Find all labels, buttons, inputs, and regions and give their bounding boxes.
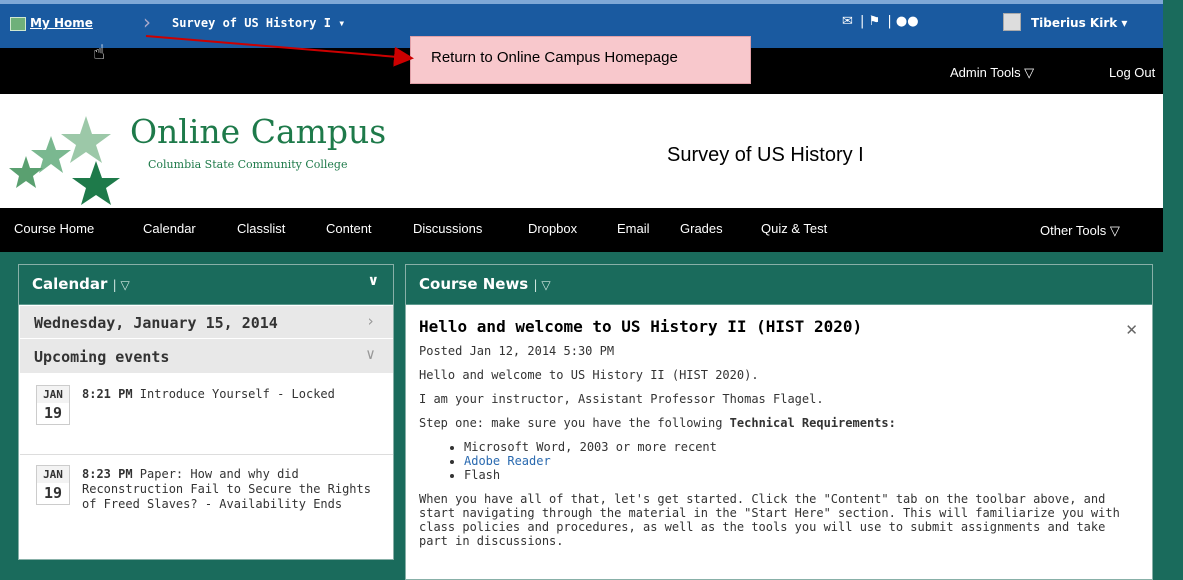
event-text: 8:23 PM Paper: How and why did Reconstru… xyxy=(82,467,382,512)
user-menu[interactable]: Tiberius Kirk ▾ xyxy=(1031,16,1127,30)
nav-other-tools[interactable]: Other Tools ▽ xyxy=(1040,223,1120,239)
widget-menu-icon[interactable]: | ▽ xyxy=(533,278,550,292)
event-title: Introduce Yourself - Locked xyxy=(132,387,335,401)
nav-content[interactable]: Content xyxy=(326,221,372,236)
event-month: JAN xyxy=(37,386,69,403)
event-time: 8:21 PM xyxy=(82,387,133,401)
event-item[interactable]: JAN 19 8:21 PM Introduce Yourself - Lock… xyxy=(20,385,393,455)
event-text: 8:21 PM Introduce Yourself - Locked xyxy=(82,387,382,402)
brand-subtitle: Columbia State Community College xyxy=(148,158,348,171)
requirements-list: Microsoft Word, 2003 or more recent Adob… xyxy=(464,440,1139,482)
event-date-badge: JAN 19 xyxy=(36,465,70,505)
news-paragraph: Step one: make sure you have the followi… xyxy=(419,416,1139,430)
user-avatar[interactable] xyxy=(1003,13,1021,31)
admin-tools-menu[interactable]: Admin Tools ▽ xyxy=(950,65,1034,81)
list-item: Adobe Reader xyxy=(464,454,1139,468)
nav-course-home[interactable]: Course Home xyxy=(14,221,94,236)
news-paragraph: When you have all of that, let's get sta… xyxy=(419,492,1120,548)
nav-dropbox[interactable]: Dropbox xyxy=(528,221,577,236)
notification-icons: ✉ | ⚑ | ●● xyxy=(842,14,919,29)
logout-link[interactable]: Log Out xyxy=(1109,65,1155,80)
nav-quiz-test[interactable]: Quiz & Test xyxy=(761,221,827,236)
news-widget-header: Course News | ▽ xyxy=(406,265,1152,305)
chat-icon[interactable]: ●● xyxy=(896,14,919,29)
callout-note: Return to Online Campus Homepage xyxy=(410,36,751,84)
event-date-badge: JAN 19 xyxy=(36,385,70,425)
nav-grades[interactable]: Grades xyxy=(680,221,723,236)
news-paragraph: I am your instructor, Assistant Professo… xyxy=(419,392,824,406)
news-widget: Course News | ▽ ✕ Hello and welcome to U… xyxy=(405,264,1153,580)
brand-name: Online Campus xyxy=(130,112,387,151)
collapse-chevron-icon[interactable]: ∨ xyxy=(368,273,379,289)
course-title: Survey of US History I xyxy=(667,144,864,166)
stars-logo-icon xyxy=(9,116,120,205)
course-navbar: Course Home Calendar Classlist Content D… xyxy=(0,208,1163,252)
adobe-reader-link[interactable]: Adobe Reader xyxy=(464,454,551,468)
calendar-date-row[interactable]: Wednesday, January 15, 2014 › xyxy=(20,306,393,338)
news-bold-text: Technical Requirements: xyxy=(729,416,896,430)
callout-arrow xyxy=(145,35,414,67)
side-stripe xyxy=(1163,0,1183,580)
content-area: Calendar | ▽ ∨ Wednesday, January 15, 20… xyxy=(0,252,1163,580)
alerts-icon[interactable]: ⚑ xyxy=(869,14,881,29)
list-item: Microsoft Word, 2003 or more recent xyxy=(464,440,1139,454)
online-campus-icon xyxy=(10,17,26,31)
nav-discussions[interactable]: Discussions xyxy=(413,221,482,236)
nav-classlist[interactable]: Classlist xyxy=(237,221,285,236)
mail-icon[interactable]: ✉ xyxy=(842,14,853,29)
calendar-date: Wednesday, January 15, 2014 xyxy=(34,314,278,332)
course-header: Online Campus Columbia State Community C… xyxy=(0,94,1163,208)
hand-cursor-icon: ☝ xyxy=(93,40,106,64)
news-posted-date: Posted Jan 12, 2014 5:30 PM xyxy=(419,344,615,358)
list-item: Flash xyxy=(464,468,1139,482)
news-widget-title: Course News xyxy=(419,275,529,293)
course-selector[interactable]: Survey of US History I ▾ xyxy=(172,16,345,30)
widget-menu-icon[interactable]: | ▽ xyxy=(113,278,130,292)
news-paragraph: Hello and welcome to US History II (HIST… xyxy=(419,368,759,382)
upcoming-events-row[interactable]: Upcoming events ∨ xyxy=(20,339,393,373)
calendar-widget-title: Calendar xyxy=(32,275,108,293)
event-day: 19 xyxy=(43,484,63,502)
my-home-link[interactable]: My Home xyxy=(30,16,93,30)
news-item: Hello and welcome to US History II (HIST… xyxy=(419,317,1139,558)
nav-email[interactable]: Email xyxy=(617,221,650,236)
calendar-widget: Calendar | ▽ ∨ Wednesday, January 15, 20… xyxy=(18,264,394,560)
event-day: 19 xyxy=(43,404,63,422)
event-month: JAN xyxy=(37,466,69,483)
news-item-title[interactable]: Hello and welcome to US History II (HIST… xyxy=(419,317,1139,336)
event-time: 8:23 PM xyxy=(82,467,133,481)
chevron-right-icon: › xyxy=(365,312,375,330)
news-text: Step one: make sure you have the followi… xyxy=(419,416,730,430)
chevron-down-icon: ∨ xyxy=(365,345,375,363)
nav-calendar[interactable]: Calendar xyxy=(143,221,196,236)
event-item[interactable]: JAN 19 8:23 PM Paper: How and why did Re… xyxy=(20,465,393,535)
upcoming-events-label: Upcoming events xyxy=(34,348,170,366)
calendar-widget-header: Calendar | ▽ ∨ xyxy=(19,265,393,305)
